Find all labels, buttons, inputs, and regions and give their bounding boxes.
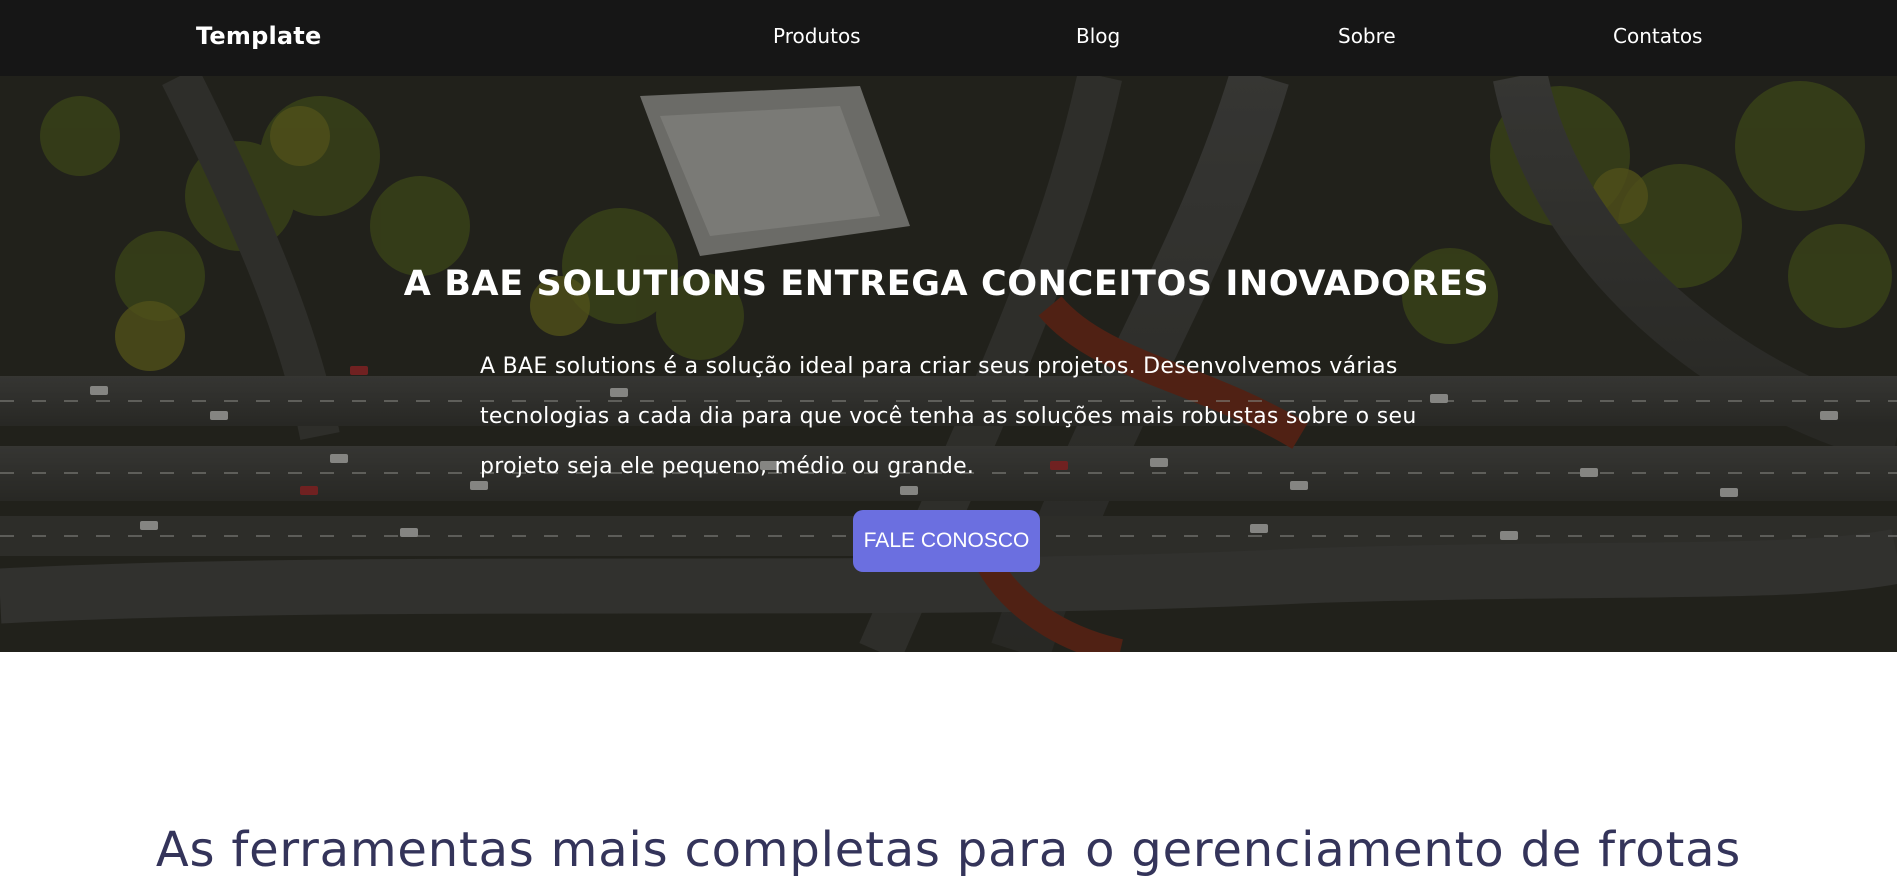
nav-link-produtos[interactable]: Produtos <box>773 24 861 48</box>
hero-section: A BAE SOLUTIONS ENTREGA CONCEITOS INOVAD… <box>0 76 1897 652</box>
navbar: Template Produtos Blog Sobre Contatos <box>0 0 1897 76</box>
fale-conosco-button[interactable]: FALE CONOSCO <box>853 510 1040 572</box>
hero-title: A BAE SOLUTIONS ENTREGA CONCEITOS INOVAD… <box>403 264 1490 304</box>
nav-link-blog[interactable]: Blog <box>1076 24 1120 48</box>
nav-link-contatos[interactable]: Contatos <box>1613 24 1702 48</box>
features-section-title: As ferramentas mais completas para o ger… <box>155 822 1742 878</box>
nav-link-sobre[interactable]: Sobre <box>1338 24 1396 48</box>
brand-logo[interactable]: Template <box>196 22 321 50</box>
hero-description: A BAE solutions é a solução ideal para c… <box>480 354 1417 479</box>
